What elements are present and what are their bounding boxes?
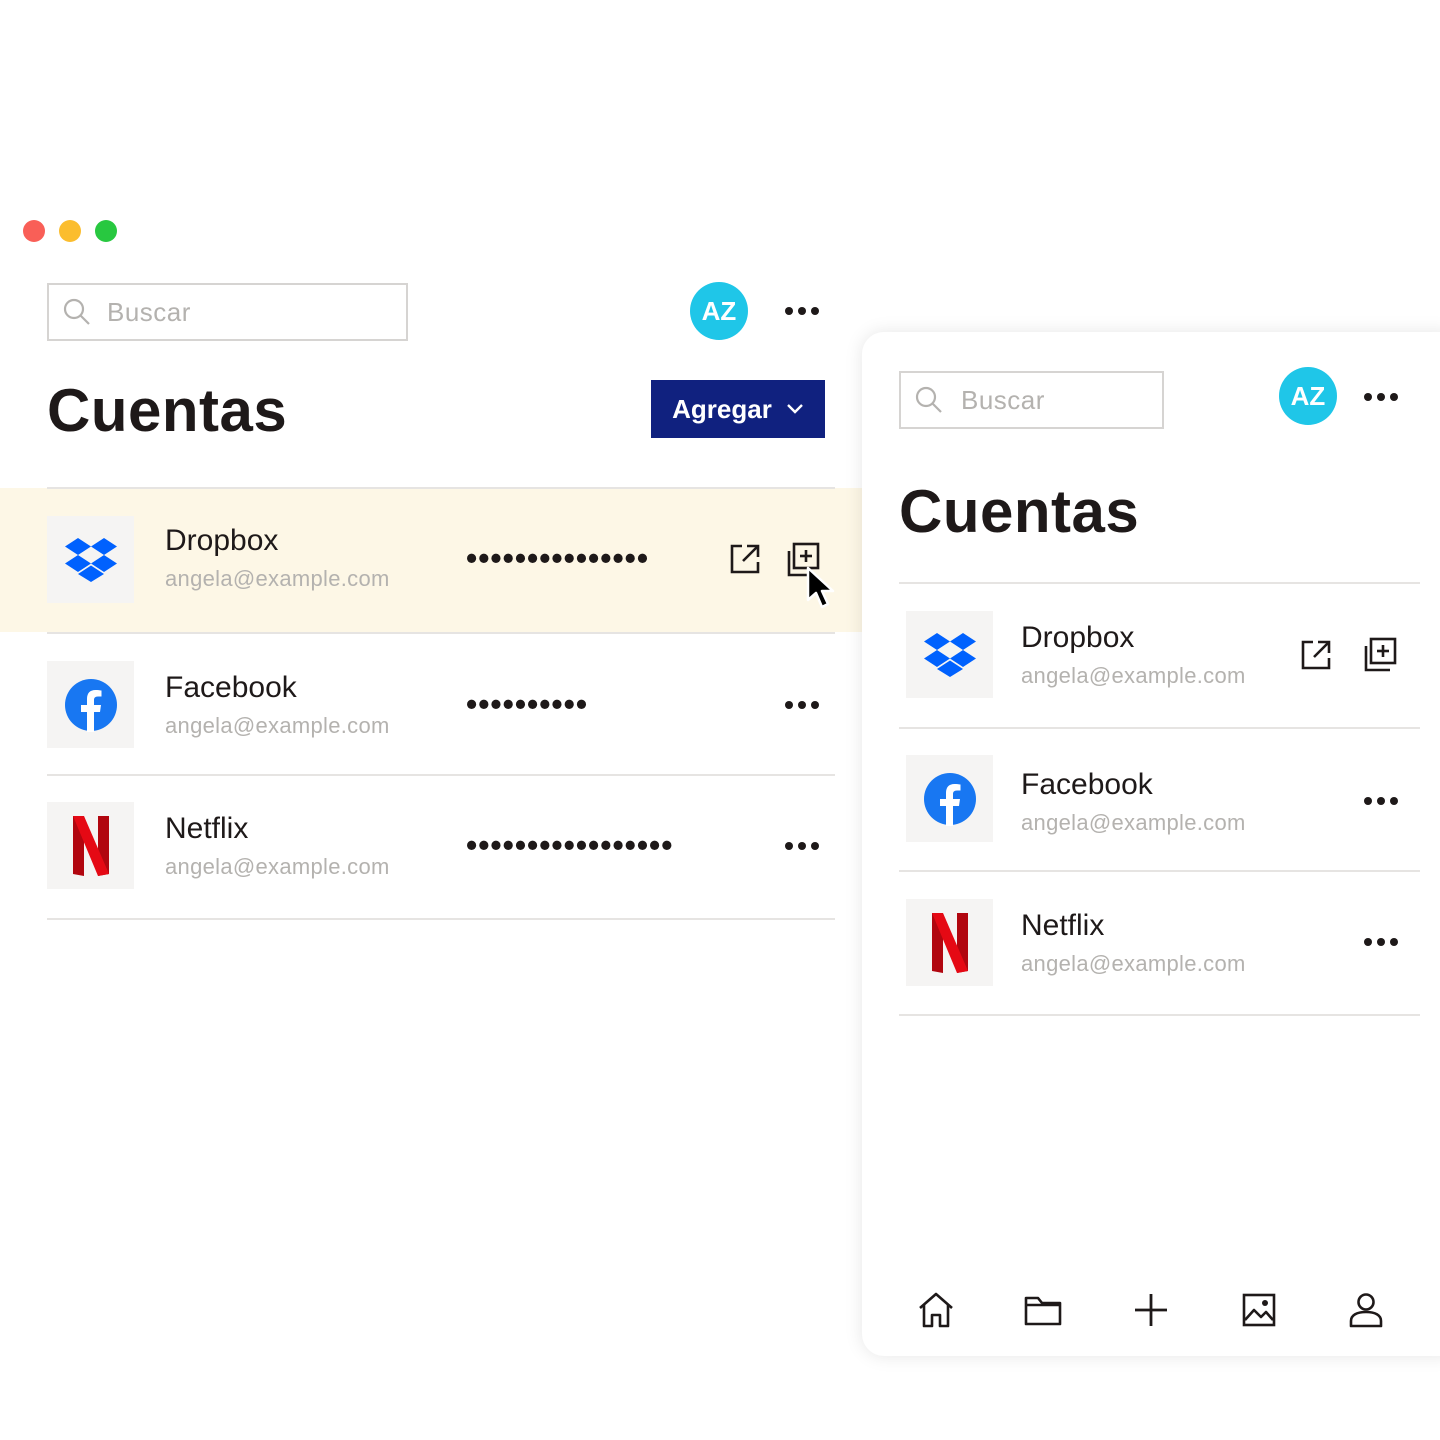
divider [47, 774, 835, 776]
mobile-avatar[interactable]: AZ [1279, 367, 1337, 425]
search-icon [63, 298, 90, 325]
account-email: angela@example.com [1021, 951, 1246, 976]
divider [899, 727, 1420, 729]
account-email: angela@example.com [165, 854, 390, 879]
minimize-window-button[interactable] [59, 220, 81, 242]
add-button-label: Agregar [672, 393, 772, 424]
dropbox-icon [923, 632, 976, 677]
mouse-cursor [806, 566, 836, 615]
facebook-logo [47, 661, 134, 748]
chevron-down-icon [786, 404, 803, 414]
more-icon[interactable] [785, 842, 819, 850]
add-button[interactable]: Agregar [651, 380, 825, 438]
photo-icon[interactable] [1229, 1280, 1289, 1340]
account-name[interactable]: Dropbox [165, 524, 278, 558]
account-email: angela@example.com [165, 566, 390, 591]
mobile-page-title: Cuentas [899, 478, 1140, 545]
account-name[interactable]: Netflix [165, 812, 248, 846]
tab-bar [862, 1270, 1440, 1350]
netflix-logo [47, 802, 134, 889]
home-icon[interactable] [906, 1280, 966, 1340]
mobile-search-input[interactable]: Buscar [899, 371, 1164, 429]
netflix-logo [906, 899, 993, 986]
divider [899, 1014, 1420, 1016]
netflix-icon [931, 912, 968, 973]
search-placeholder: Buscar [107, 296, 191, 327]
user-icon[interactable] [1336, 1280, 1396, 1340]
divider [899, 870, 1420, 872]
dropbox-logo [47, 516, 134, 603]
account-email: angela@example.com [165, 713, 390, 738]
more-icon[interactable] [1364, 797, 1398, 805]
more-icon[interactable] [785, 701, 819, 709]
divider [47, 632, 835, 634]
divider [899, 582, 1420, 584]
account-email: angela@example.com [1021, 810, 1246, 835]
password-mask: •••••••••• [466, 686, 589, 722]
facebook-logo [906, 755, 993, 842]
folder-icon[interactable] [1013, 1280, 1073, 1340]
search-icon [915, 386, 942, 413]
maximize-window-button[interactable] [95, 220, 117, 242]
avatar[interactable]: AZ [690, 282, 748, 340]
password-mask: ••••••••••••••••• [466, 827, 674, 863]
account-email: angela@example.com [1021, 663, 1246, 688]
open-external-icon[interactable] [728, 542, 762, 581]
more-icon[interactable] [1364, 938, 1398, 946]
dropbox-logo [906, 611, 993, 698]
search-input[interactable]: Buscar [47, 283, 408, 341]
dropbox-icon [64, 537, 117, 582]
account-name[interactable]: Facebook [165, 671, 297, 705]
facebook-icon [923, 772, 976, 826]
open-external-icon[interactable] [1299, 638, 1333, 677]
close-window-button[interactable] [23, 220, 45, 242]
copy-icon[interactable] [1362, 637, 1398, 678]
window-controls [23, 220, 117, 242]
more-icon[interactable] [785, 307, 819, 315]
search-placeholder: Buscar [961, 384, 1045, 415]
divider [47, 487, 835, 489]
netflix-icon [72, 815, 109, 876]
account-name[interactable]: Netflix [1021, 909, 1104, 943]
account-name[interactable]: Facebook [1021, 768, 1153, 802]
account-name[interactable]: Dropbox [1021, 621, 1134, 655]
divider [47, 918, 835, 920]
password-mask: ••••••••••••••• [466, 540, 650, 576]
more-icon[interactable] [1364, 393, 1398, 401]
page-title: Cuentas [47, 377, 288, 444]
facebook-icon [64, 678, 117, 732]
plus-icon[interactable] [1121, 1280, 1181, 1340]
